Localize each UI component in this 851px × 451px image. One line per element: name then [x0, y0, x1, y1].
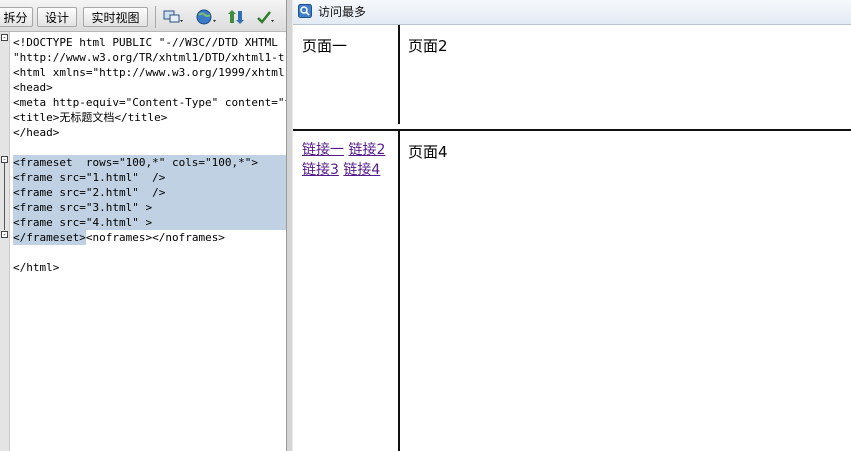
code-line: <html xmlns="http://www.w3.org/1999/xhtm… [13, 66, 286, 79]
code-line: "http://www.w3.org/TR/xhtml1/DTD/xhtml1-… [13, 51, 286, 64]
pane-splitter[interactable] [286, 0, 293, 451]
frame-border-horizontal[interactable] [293, 129, 851, 131]
code-line-selected: <frame src="1.html" /> [13, 170, 286, 185]
page-title: 访问最多 [318, 5, 367, 19]
fold-range-line [4, 158, 5, 230]
collapse-end-icon[interactable]: - [1, 231, 8, 239]
check-page-icon[interactable] [256, 8, 278, 26]
link-4[interactable]: 链接4 [343, 162, 380, 178]
frame-2-text: 页面2 [408, 37, 448, 55]
code-line: <head> [13, 81, 53, 94]
code-line-selected: <frame src="3.html" > [13, 200, 286, 215]
preview-pane: 访问最多 页面一 页面2 链接一 链接2 链接3 链接4 页面4 [293, 0, 851, 451]
code-line: </head> [13, 126, 60, 139]
code-line: <meta http-equiv="Content-Type" content=… [13, 96, 286, 109]
file-management-icon[interactable] [226, 8, 248, 26]
multiscreen-icon[interactable] [162, 8, 184, 26]
link-2[interactable]: 链接2 [348, 142, 385, 158]
code-line-selected: <frame src="2.html" /> [13, 185, 286, 200]
code-text[interactable]: <!DOCTYPE html PUBLIC "-//W3C//DTD XHTML… [13, 35, 286, 275]
frame-1-text: 页面一 [302, 37, 348, 55]
code-line: </frameset><noframes></noframes> [13, 230, 286, 245]
split-view-button[interactable]: 拆分 [0, 7, 33, 27]
preview-titlebar: 访问最多 [293, 0, 851, 25]
frame-3-links: 链接一 链接2 链接3 链接4 [302, 140, 386, 180]
code-selected-fragment: </frameset> [13, 230, 86, 245]
code-line: <!DOCTYPE html PUBLIC "-//W3C//DTD XHTML… [13, 36, 286, 49]
frame-border-bottom[interactable] [398, 131, 400, 451]
code-fragment: <noframes></noframes> [85, 231, 225, 244]
code-gutter: - - - [0, 32, 10, 451]
design-view-button[interactable]: 设计 [37, 7, 77, 27]
link-3[interactable]: 链接3 [302, 162, 339, 178]
live-view-button[interactable]: 实时视图 [83, 7, 148, 27]
toolbar-separator [155, 6, 156, 28]
frame-border-top[interactable] [398, 25, 400, 124]
document-toolbar: 拆分 设计 实时视图 [0, 0, 286, 32]
preview-in-browser-icon[interactable] [195, 8, 217, 26]
collapse-icon[interactable]: - [1, 156, 8, 164]
link-1[interactable]: 链接一 [302, 142, 344, 158]
document-icon [298, 4, 312, 18]
collapse-icon[interactable]: - [1, 34, 8, 42]
code-editor[interactable]: - - - <!DOCTYPE html PUBLIC "-//W3C//DTD… [0, 32, 286, 451]
frame-4-text: 页面4 [408, 143, 448, 161]
frameset-preview: 页面一 页面2 链接一 链接2 链接3 链接4 页面4 [293, 25, 851, 451]
code-line-selected: <frame src="4.html" > [13, 215, 286, 230]
code-line-selected: <frameset rows="100,*" cols="100,*"> [13, 155, 286, 170]
code-line: </html> [13, 261, 60, 274]
code-view-pane: 拆分 设计 实时视图 - - - <!DOCTYPE html PUBLIC "… [0, 0, 286, 451]
code-line: <title>无标题文档</title> [13, 111, 168, 124]
